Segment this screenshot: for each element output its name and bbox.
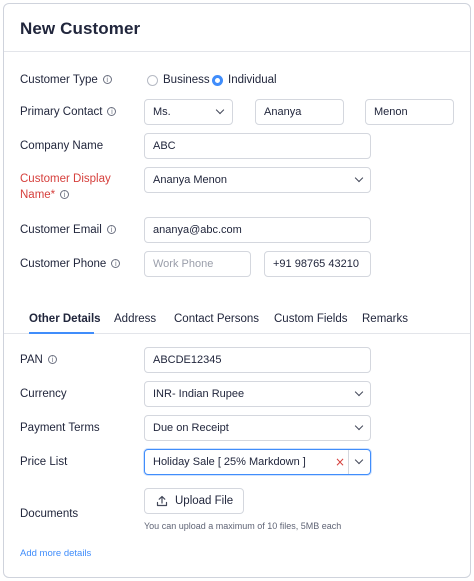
email-label: Customer Email i <box>20 224 116 236</box>
display-name-value: Ananya Menon <box>153 174 227 186</box>
display-name-row: Customer Display Name* i Ananya Menon <box>20 167 470 203</box>
payment-terms-select[interactable]: Due on Receipt <box>144 415 371 441</box>
new-customer-panel: New Customer Customer Type i Business Ind… <box>3 3 471 578</box>
documents-label: Documents <box>20 508 79 520</box>
details-tabs: Other Details Address Contact Persons Cu… <box>4 307 470 334</box>
primary-contact-label: Primary Contact i <box>20 106 117 118</box>
pan-input[interactable]: ABCDE12345 <box>144 347 371 373</box>
customer-type-label: Customer Type i <box>20 74 112 86</box>
page-title: New Customer <box>20 19 141 38</box>
active-tab-indicator <box>29 332 94 334</box>
info-icon[interactable]: i <box>102 75 112 84</box>
chevron-down-icon <box>354 387 364 397</box>
tab-custom-fields[interactable]: Custom Fields <box>274 313 348 325</box>
info-icon[interactable]: i <box>107 107 117 116</box>
info-icon[interactable]: i <box>47 355 57 364</box>
last-name-input[interactable]: Menon <box>365 99 454 125</box>
customer-type-row: Customer Type i Business Individual <box>20 72 470 92</box>
upload-hint: You can upload a maximum of 10 files, 5M… <box>144 521 342 531</box>
tab-contact-persons[interactable]: Contact Persons <box>174 313 259 325</box>
individual-radio-label[interactable]: Individual <box>228 74 277 86</box>
chevron-down-icon <box>215 105 225 115</box>
currency-select[interactable]: INR- Indian Rupee <box>144 381 371 407</box>
display-name-select[interactable]: Ananya Menon <box>144 167 371 193</box>
salutation-select[interactable]: Ms. <box>144 99 233 125</box>
pan-label: PAN i <box>20 354 57 366</box>
info-icon[interactable]: i <box>60 190 70 199</box>
payment-terms-label: Payment Terms <box>20 422 100 434</box>
company-name-input[interactable]: ABC <box>144 133 371 159</box>
tab-address[interactable]: Address <box>114 313 156 325</box>
info-icon[interactable]: i <box>106 225 116 234</box>
company-name-row: Company Name ABC <box>20 133 470 159</box>
add-more-details-link[interactable]: Add more details <box>20 548 91 559</box>
phone-label: Customer Phone i <box>20 258 121 270</box>
panel-header: New Customer <box>4 4 470 52</box>
documents-row: Documents Upload File You can upload a m… <box>20 488 470 534</box>
chevron-down-icon <box>354 173 364 183</box>
individual-radio[interactable] <box>212 75 223 86</box>
work-phone-input[interactable]: Work Phone <box>144 251 251 277</box>
price-list-select[interactable]: Holiday Sale [ 25% Markdown ] × <box>144 449 371 475</box>
display-name-label: Customer Display Name* i <box>20 173 111 201</box>
mobile-phone-input[interactable]: +91 98765 43210 <box>264 251 371 277</box>
payment-terms-value: Due on Receipt <box>153 422 229 434</box>
upload-file-label: Upload File <box>175 495 234 507</box>
pan-row: PAN i ABCDE12345 <box>20 347 470 373</box>
info-icon[interactable]: i <box>111 259 121 268</box>
email-input[interactable]: ananya@abc.com <box>144 217 371 243</box>
upload-file-button[interactable]: Upload File <box>144 488 245 514</box>
phone-row: Customer Phone i Work Phone +91 98765 432… <box>20 251 470 277</box>
select-divider <box>348 450 349 474</box>
currency-value: INR- Indian Rupee <box>153 388 245 400</box>
salutation-value: Ms. <box>153 106 171 118</box>
email-row: Customer Email i ananya@abc.com <box>20 217 470 243</box>
first-name-input[interactable]: Ananya <box>255 99 344 125</box>
chevron-down-icon[interactable] <box>354 455 364 465</box>
upload-icon <box>156 495 168 507</box>
clear-icon[interactable]: × <box>335 450 345 474</box>
primary-contact-row: Primary Contact i Ms. Ananya Menon <box>20 99 470 125</box>
price-list-row: Price List Holiday Sale [ 25% Markdown ]… <box>20 449 470 475</box>
business-radio-label[interactable]: Business <box>163 74 210 86</box>
tab-other-details[interactable]: Other Details <box>29 313 101 325</box>
business-radio[interactable] <box>147 75 158 86</box>
price-list-label: Price List <box>20 456 68 468</box>
company-name-label: Company Name <box>20 140 104 152</box>
currency-label: Currency <box>20 388 67 400</box>
chevron-down-icon <box>354 421 364 431</box>
price-list-value: Holiday Sale [ 25% Markdown ] <box>153 456 306 468</box>
currency-row: Currency INR- Indian Rupee <box>20 381 470 407</box>
tab-remarks[interactable]: Remarks <box>362 313 408 325</box>
payment-terms-row: Payment Terms Due on Receipt <box>20 415 470 441</box>
